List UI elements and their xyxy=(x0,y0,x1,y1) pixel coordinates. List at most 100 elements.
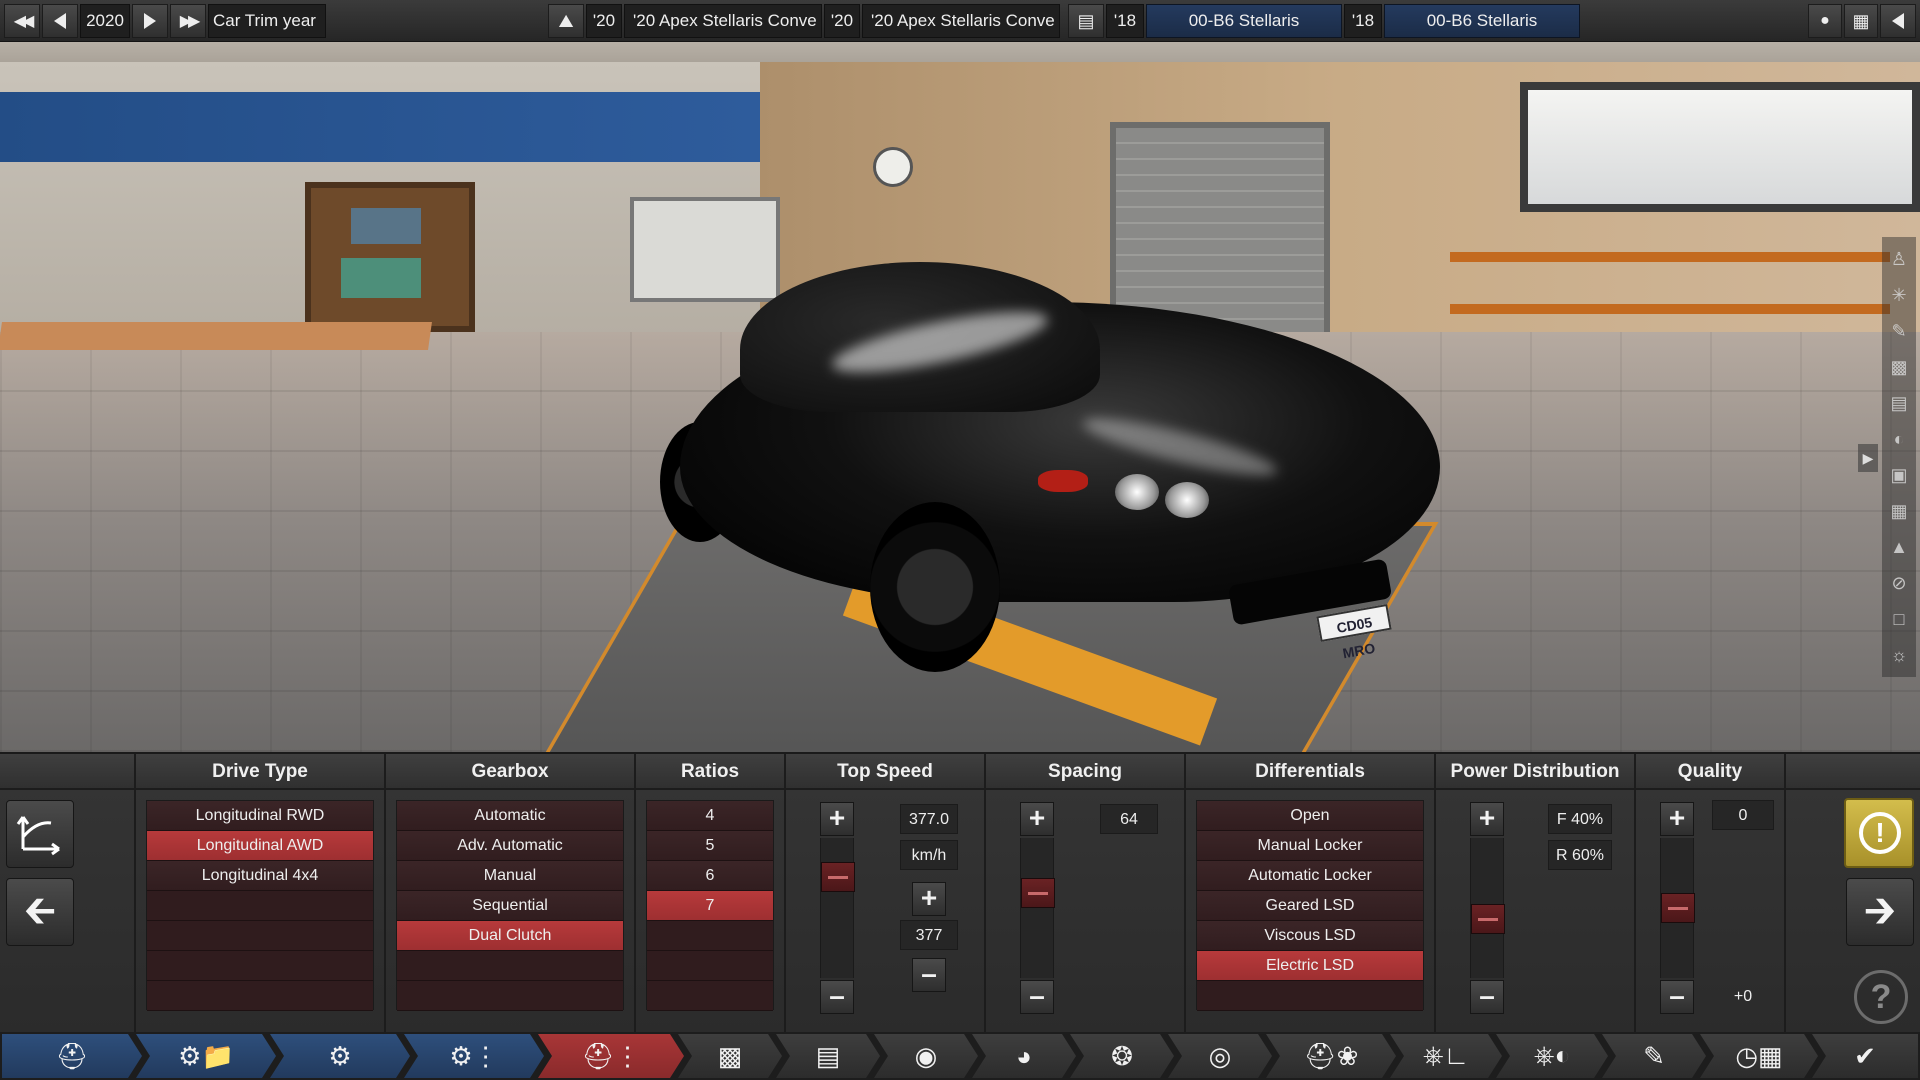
list-item[interactable]: 7 xyxy=(647,891,773,921)
spacing-increase-button[interactable]: + xyxy=(1020,802,1054,836)
engine-b-year: '18 xyxy=(1344,4,1382,38)
panel-icon[interactable]: ▤ xyxy=(1885,387,1913,419)
previous-page-button[interactable]: 🡰 xyxy=(6,878,74,946)
model-b-year: '20 xyxy=(824,4,860,38)
list-item[interactable]: Electric LSD xyxy=(1197,951,1423,981)
trim-year-label: Car Trim year xyxy=(208,4,326,38)
tab-suspension[interactable]: ▤ xyxy=(776,1034,880,1078)
model-b-name[interactable]: '20 Apex Stellaris Conve xyxy=(862,4,1060,38)
tab-paint[interactable]: ✎ xyxy=(1602,1034,1706,1078)
list-item[interactable]: Geared LSD xyxy=(1197,891,1423,921)
tab-safety[interactable]: ⎈◐ xyxy=(1496,1034,1608,1078)
chassis-icon[interactable]: ▩ xyxy=(1885,351,1913,383)
camera-icon[interactable]: ● xyxy=(1808,4,1842,38)
rewind-year-button[interactable]: ◀◀ xyxy=(4,4,40,38)
next-year-button[interactable] xyxy=(132,4,168,38)
calculator-icon[interactable]: ▦ xyxy=(1844,4,1878,38)
target-speed-increase-button[interactable]: + xyxy=(912,882,946,916)
quality-increase-button[interactable]: + xyxy=(1660,802,1694,836)
back-arrow-button[interactable] xyxy=(1880,4,1916,38)
list-item-empty xyxy=(147,891,373,921)
tab-aero[interactable]: ⛑❀ xyxy=(1266,1034,1396,1078)
top-speed-increase-button[interactable]: + xyxy=(820,802,854,836)
engine-a-name[interactable]: 00-B6 Stellaris xyxy=(1146,4,1342,38)
quality-decrease-button[interactable]: – xyxy=(1660,980,1694,1014)
person-icon[interactable]: ♙ xyxy=(1885,243,1913,275)
engine-icon[interactable]: ▣ xyxy=(1885,459,1913,491)
gearbox-list: Automatic Adv. Automatic Manual Sequential D… xyxy=(396,800,624,1011)
tab-tires[interactable]: ◕ xyxy=(972,1034,1076,1078)
fast-forward-year-button[interactable]: ▶▶ xyxy=(170,4,206,38)
grid-icon[interactable]: ▦ xyxy=(1885,495,1913,527)
list-item[interactable]: Automatic xyxy=(397,801,623,831)
list-item[interactable]: Longitudinal RWD xyxy=(147,801,373,831)
list-item[interactable]: Viscous LSD xyxy=(1197,921,1423,951)
spacing-decrease-button[interactable]: – xyxy=(1020,980,1054,1014)
top-speed-slider-thumb[interactable] xyxy=(821,862,855,892)
target-speed-decrease-button[interactable]: – xyxy=(912,958,946,992)
spray-icon[interactable]: ✎ xyxy=(1885,315,1913,347)
list-item[interactable]: Manual Locker xyxy=(1197,831,1423,861)
list-item[interactable]: Adv. Automatic xyxy=(397,831,623,861)
tab-finish[interactable]: ✔ xyxy=(1812,1034,1918,1078)
tab-engine-tune[interactable]: ⚙⋮ xyxy=(404,1034,544,1078)
tab-interior[interactable]: ⎈∟ xyxy=(1390,1034,1502,1078)
frame-icon[interactable]: □ xyxy=(1885,603,1913,635)
car-front-wheel xyxy=(870,502,1000,672)
power-distribution-decrease-button[interactable]: – xyxy=(1470,980,1504,1014)
warning-button[interactable]: ! xyxy=(1844,798,1914,868)
game-window: CD05 MRO ▶ ♙ ✳ ✎ ▩ ▤ ◐ ▣ ▦ ▲ ⊘ □ ☼ ◀◀ 20… xyxy=(0,0,1920,1080)
tab-brakes[interactable]: ◉ xyxy=(874,1034,978,1078)
list-item[interactable]: Open xyxy=(1197,801,1423,831)
tab-car-body[interactable]: ⛑ xyxy=(2,1034,142,1078)
no-icon[interactable]: ⊘ xyxy=(1885,567,1913,599)
list-item[interactable]: Longitudinal 4x4 xyxy=(147,861,373,891)
list-item[interactable]: 4 xyxy=(647,801,773,831)
top-speed-slider-track[interactable] xyxy=(820,838,855,978)
spacing-slider-track[interactable] xyxy=(1020,838,1055,978)
list-item[interactable]: Dual Clutch xyxy=(397,921,623,951)
tab-engine-design[interactable]: ⚙ xyxy=(270,1034,410,1078)
quality-slider-thumb[interactable] xyxy=(1661,893,1695,923)
car-headlight xyxy=(1165,482,1209,518)
next-page-button[interactable]: 🡲 xyxy=(1846,878,1914,946)
tab-testing[interactable]: ◷▦ xyxy=(1700,1034,1818,1078)
double-left-icon: ◀◀ xyxy=(13,13,35,30)
engine-a-year: '18 xyxy=(1106,4,1144,38)
tab-wheels[interactable]: ❂ xyxy=(1070,1034,1174,1078)
power-distribution-slider-track[interactable] xyxy=(1470,838,1505,978)
gauge-flag-icon: ◷▦ xyxy=(1735,1040,1783,1071)
back-step-button[interactable] xyxy=(6,800,74,868)
list-item-empty xyxy=(647,981,773,1011)
car-model-icon[interactable]: ⛰ xyxy=(548,4,584,38)
side-panel-expand-button[interactable]: ▶ xyxy=(1858,444,1878,472)
help-button[interactable]: ? xyxy=(1854,970,1908,1024)
power-distribution-increase-button[interactable]: + xyxy=(1470,802,1504,836)
tab-drivetrain[interactable]: ⛑⋮ xyxy=(538,1034,684,1078)
list-item[interactable]: Sequential xyxy=(397,891,623,921)
car-model[interactable]: CD05 MRO xyxy=(660,242,1460,672)
car-side-icon[interactable]: ◐ xyxy=(1885,423,1913,455)
power-distribution-slider-thumb[interactable] xyxy=(1471,904,1505,934)
panel-right-nav-header xyxy=(1786,754,1920,790)
engine-b-name[interactable]: 00-B6 Stellaris xyxy=(1384,4,1580,38)
light-bulb-icon[interactable]: ☼ xyxy=(1885,639,1913,671)
spacing-slider-thumb[interactable] xyxy=(1021,878,1055,908)
list-item[interactable]: Automatic Locker xyxy=(1197,861,1423,891)
tab-fixtures[interactable]: ◎ xyxy=(1168,1034,1272,1078)
quality-slider-track[interactable] xyxy=(1660,838,1695,978)
list-item[interactable]: Longitudinal AWD xyxy=(147,831,373,861)
lift-icon[interactable]: ▲ xyxy=(1885,531,1913,563)
previous-year-button[interactable] xyxy=(42,4,78,38)
top-speed-decrease-button[interactable]: – xyxy=(820,980,854,1014)
garage-scene-viewport[interactable]: CD05 MRO ▶ ♙ ✳ ✎ ▩ ▤ ◐ ▣ ▦ ▲ ⊘ □ ☼ xyxy=(0,42,1920,752)
list-item[interactable]: 6 xyxy=(647,861,773,891)
tab-chassis[interactable]: ▩ xyxy=(678,1034,782,1078)
list-item[interactable]: Manual xyxy=(397,861,623,891)
list-item[interactable]: 5 xyxy=(647,831,773,861)
tab-engine-family[interactable]: ⚙📁 xyxy=(136,1034,276,1078)
pistons-icon: ⚙ xyxy=(328,1040,352,1071)
wheel-icon[interactable]: ✳ xyxy=(1885,279,1913,311)
engine-icon[interactable]: ▤ xyxy=(1068,4,1104,38)
model-a-name[interactable]: '20 Apex Stellaris Conve xyxy=(624,4,822,38)
